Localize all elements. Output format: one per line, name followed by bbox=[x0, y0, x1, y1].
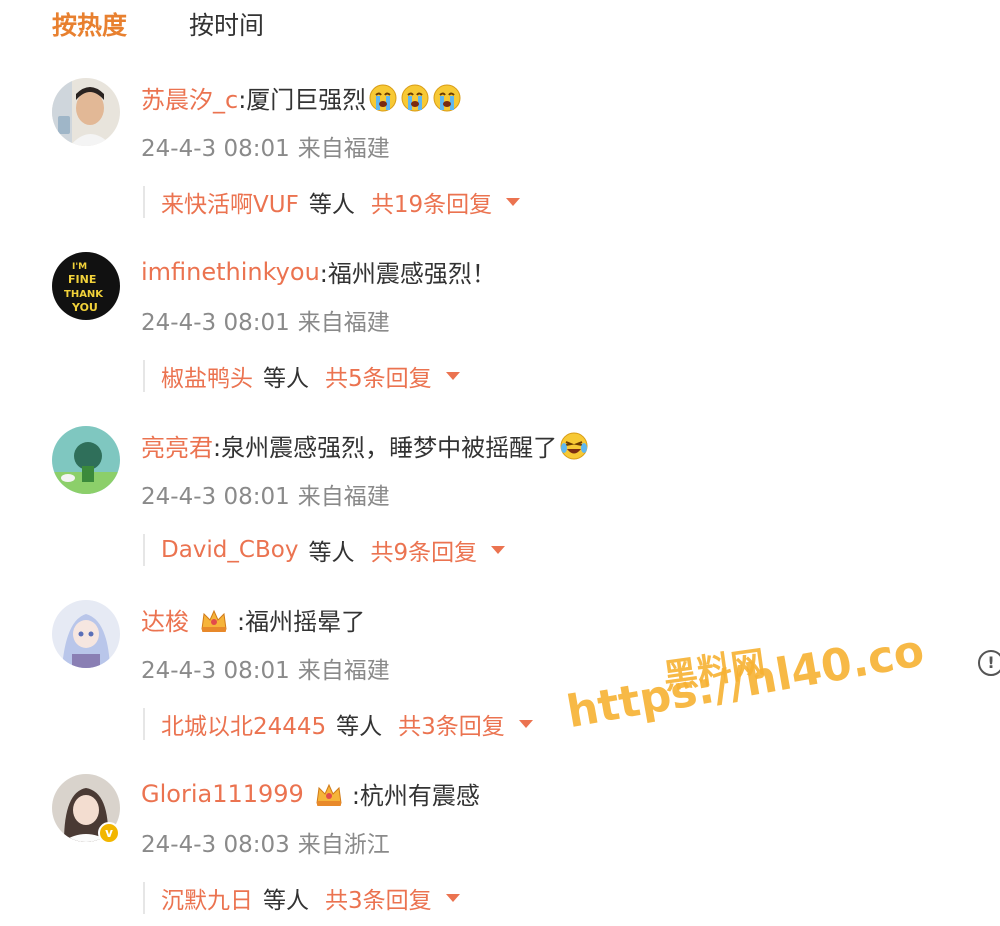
replier-link[interactable]: David_CBoy bbox=[161, 537, 298, 563]
reply-count-link[interactable]: 共9条回复 bbox=[370, 533, 477, 567]
reply-summary[interactable]: 北城以北24445 等人 共3条回复 bbox=[143, 708, 533, 740]
location: 来自福建 bbox=[297, 658, 390, 684]
chevron-down-icon[interactable] bbox=[445, 372, 460, 380]
username-link[interactable]: 达梭 bbox=[141, 602, 189, 637]
others-label: 等人 bbox=[263, 366, 309, 392]
chevron-down-icon[interactable] bbox=[445, 894, 460, 902]
avatar[interactable] bbox=[52, 78, 120, 146]
crying-face-icon bbox=[400, 83, 430, 113]
username-link[interactable]: 亮亮君 bbox=[141, 428, 213, 463]
avatar[interactable] bbox=[52, 600, 120, 668]
report-icon[interactable]: ! bbox=[978, 650, 1000, 676]
comment-text: :厦门巨强烈 bbox=[238, 86, 367, 114]
comment-meta: 24-4-3 08:03 来自浙江 bbox=[141, 825, 390, 859]
comment-line: 达梭 :福州摇晕了 bbox=[141, 602, 365, 637]
avatar-text: YOU bbox=[71, 301, 98, 314]
replier-link[interactable]: 北城以北24445 bbox=[161, 707, 326, 741]
comment-line: 苏晨汐_c :厦门巨强烈 bbox=[141, 80, 462, 115]
reply-summary[interactable]: David_CBoy 等人 共9条回复 bbox=[143, 533, 506, 567]
avatar[interactable] bbox=[52, 426, 120, 494]
others-label: 等人 bbox=[336, 714, 383, 740]
username-link[interactable]: 苏晨汐_c bbox=[141, 80, 238, 115]
replier-link[interactable]: 沉默九日 bbox=[161, 881, 253, 915]
comment-text: :福州摇晕了 bbox=[237, 608, 366, 636]
crying-face-icon bbox=[432, 83, 462, 113]
timestamp: 24-4-3 08:01 bbox=[141, 136, 290, 162]
location: 来自浙江 bbox=[297, 832, 390, 858]
avatar-text: I'M bbox=[72, 262, 87, 272]
timestamp: 24-4-3 08:01 bbox=[141, 310, 290, 336]
crown-badge-icon[interactable] bbox=[314, 781, 344, 807]
avatar-text: FINE bbox=[68, 273, 96, 286]
comment-meta: 24-4-3 08:01 来自福建 bbox=[141, 129, 390, 163]
reply-count-link[interactable]: 共5条回复 bbox=[325, 359, 432, 393]
comment-item: 亮亮君 :泉州震感强烈，睡梦中被摇醒了 24-4-3 08:01 来自福建 Dav… bbox=[0, 426, 1000, 576]
username-link[interactable]: Gloria111999 bbox=[141, 780, 304, 808]
replier-link[interactable]: 来快活啊VUF bbox=[161, 185, 299, 219]
comment-item: v Gloria111999 :杭州有震感 24-4-3 08:03 来自浙江 沉… bbox=[0, 774, 1000, 924]
chevron-down-icon[interactable] bbox=[506, 198, 521, 206]
reply-summary[interactable]: 椒盐鸭头 等人 共5条回复 bbox=[143, 360, 460, 392]
comment-meta: 24-4-3 08:01 来自福建 bbox=[141, 651, 390, 685]
replier-link[interactable]: 椒盐鸭头 bbox=[161, 359, 253, 393]
others-label: 等人 bbox=[308, 540, 355, 566]
crown-badge-icon[interactable] bbox=[199, 607, 229, 633]
avatar[interactable]: I'M FINE THANK YOU bbox=[52, 252, 120, 320]
username-link[interactable]: imfinethinkyou bbox=[141, 258, 320, 286]
timestamp: 24-4-3 08:01 bbox=[141, 658, 290, 684]
reply-count-link[interactable]: 共19条回复 bbox=[371, 185, 492, 219]
comment-item: 苏晨汐_c :厦门巨强烈 24-4-3 08:01 来自福建 来快活啊VUF 等人… bbox=[0, 78, 1000, 228]
location: 来自福建 bbox=[297, 310, 390, 336]
chevron-down-icon[interactable] bbox=[518, 720, 533, 728]
comment-text: :福州震感强烈！ bbox=[319, 260, 496, 288]
others-label: 等人 bbox=[263, 888, 309, 914]
comment-meta: 24-4-3 08:01 来自福建 bbox=[141, 303, 390, 337]
verified-badge-icon: v bbox=[98, 822, 120, 844]
comment-line: imfinethinkyou :福州震感强烈！ bbox=[141, 254, 496, 289]
comment-line: 亮亮君 :泉州震感强烈，睡梦中被摇醒了 bbox=[141, 428, 589, 463]
crying-face-icon bbox=[368, 83, 398, 113]
comment-text: :杭州有震感 bbox=[351, 782, 480, 810]
others-label: 等人 bbox=[308, 192, 355, 218]
chevron-down-icon[interactable] bbox=[491, 546, 506, 554]
comment-line: Gloria111999 :杭州有震感 bbox=[141, 776, 480, 811]
location: 来自福建 bbox=[297, 136, 390, 162]
tab-by-hot[interactable]: 按热度 bbox=[52, 6, 127, 42]
reply-count-link[interactable]: 共3条回复 bbox=[398, 707, 505, 741]
avatar-text: THANK bbox=[64, 289, 104, 300]
reply-summary[interactable]: 来快活啊VUF 等人 共19条回复 bbox=[143, 185, 521, 219]
sort-tabs: 按热度 按时间 bbox=[52, 6, 264, 42]
laughing-crying-face-icon bbox=[559, 431, 589, 461]
location: 来自福建 bbox=[297, 484, 390, 510]
tab-by-time[interactable]: 按时间 bbox=[189, 6, 264, 42]
timestamp: 24-4-3 08:01 bbox=[141, 484, 290, 510]
reply-count-link[interactable]: 共3条回复 bbox=[325, 881, 432, 915]
timestamp: 24-4-3 08:03 bbox=[141, 832, 290, 858]
comment-item: I'M FINE THANK YOU imfinethinkyou :福州震感强… bbox=[0, 252, 1000, 402]
reply-summary[interactable]: 沉默九日 等人 共3条回复 bbox=[143, 882, 460, 914]
comment-meta: 24-4-3 08:01 来自福建 bbox=[141, 477, 390, 511]
comment-text: :泉州震感强烈，睡梦中被摇醒了 bbox=[213, 434, 558, 462]
